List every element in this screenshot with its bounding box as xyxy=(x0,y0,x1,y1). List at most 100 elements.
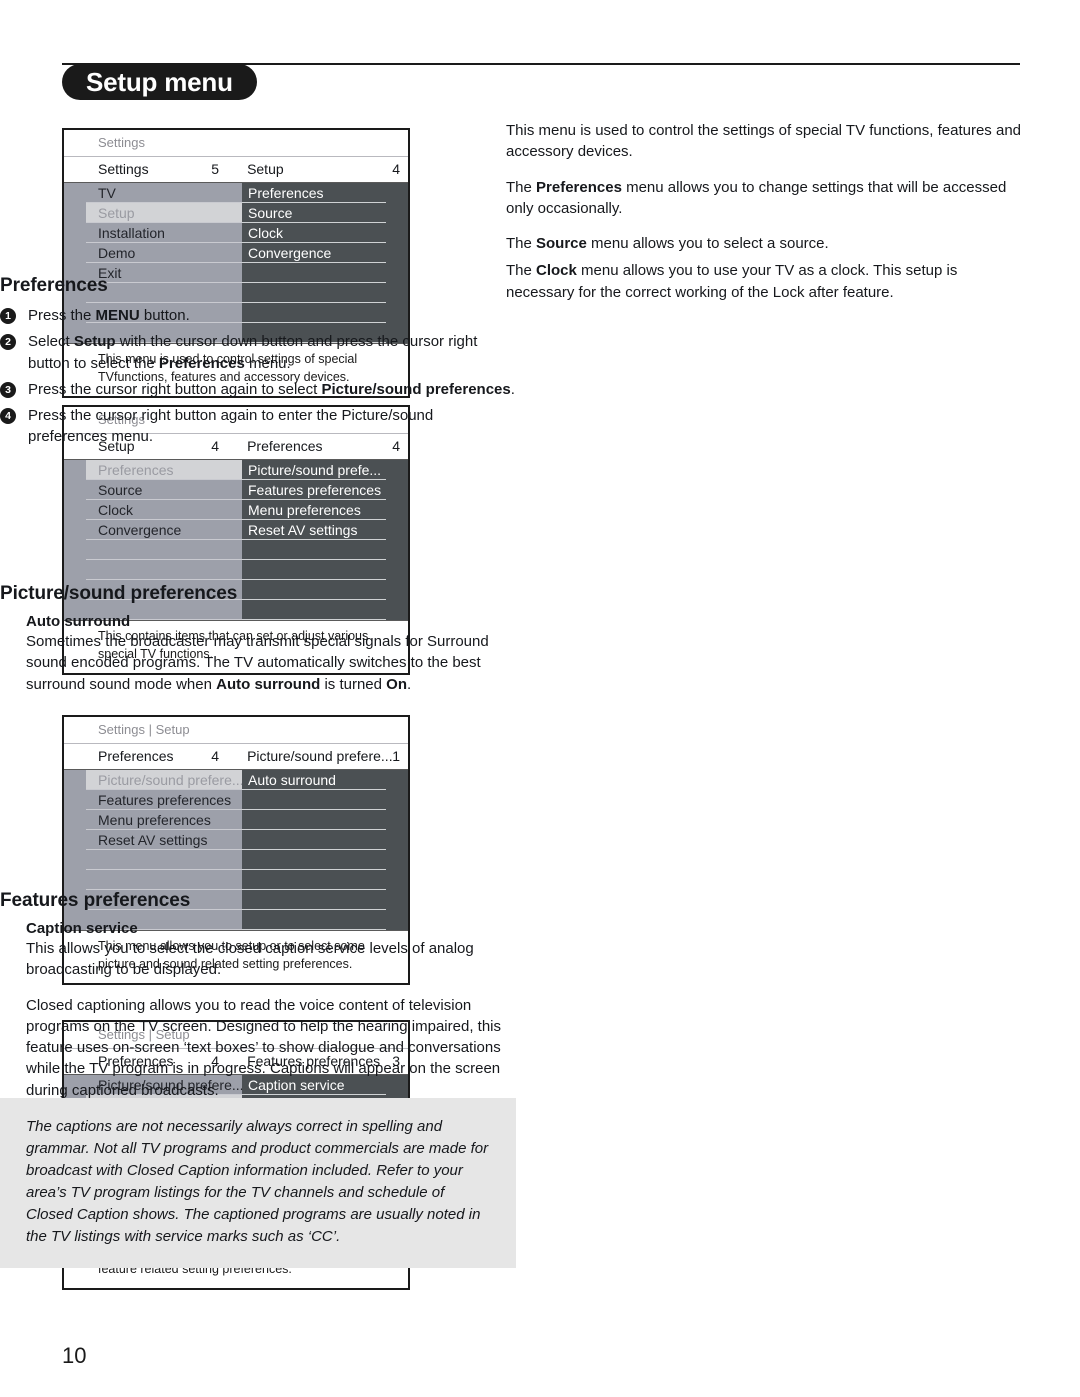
osd-header-right-count: 4 xyxy=(392,161,400,177)
osd-submenu-item[interactable]: Source xyxy=(242,203,386,223)
intro-p2-pre: The xyxy=(506,178,537,196)
step-number-badge: 2 xyxy=(0,334,16,351)
osd-header-left-count: 5 xyxy=(211,161,220,177)
intro-paragraph-4: The Clock menu allows you to use your TV… xyxy=(506,260,1022,303)
page-header: Setup menu xyxy=(0,0,1080,110)
step-text-bold: MENU xyxy=(95,307,140,324)
preferences-step: 4 Press the cursor right button again to … xyxy=(0,405,516,448)
osd-header-row: Preferences 4 Picture/sound prefere... 1 xyxy=(64,744,408,770)
osd-breadcrumb: Settings | Setup xyxy=(64,717,408,744)
osd-header-right: Setup 4 xyxy=(241,157,408,182)
osd-menu-item[interactable]: Clock xyxy=(86,500,242,520)
osd-header-row: Settings 5 Setup 4 xyxy=(64,157,408,183)
osd-menu-item-empty xyxy=(86,850,242,870)
osd-header-left-count: 4 xyxy=(211,748,220,764)
osd-submenu-item-empty xyxy=(242,850,386,870)
osd-header-left: Preferences 4 xyxy=(64,744,241,769)
step-text-post: menu. xyxy=(244,354,291,372)
osd-menu-item-empty xyxy=(86,560,242,580)
osd-submenu-item[interactable]: Clock xyxy=(242,223,386,243)
osd-menu-item[interactable]: Menu preferences xyxy=(86,810,242,830)
osd-menu-item[interactable]: Demo xyxy=(86,243,242,263)
osd-menu-item[interactable]: Installation xyxy=(86,223,242,243)
caption-note-text: The captions are not necessarily always … xyxy=(26,1118,489,1246)
osd-menu-item[interactable]: Setup xyxy=(86,203,242,223)
osd-submenu-item[interactable]: Convergence xyxy=(242,243,386,263)
step-text-pre: Press the xyxy=(28,307,96,324)
step-number-badge: 4 xyxy=(0,408,16,425)
intro-p3-bold: Source xyxy=(536,235,587,253)
features-body: Caption service This allows you to selec… xyxy=(0,920,516,1101)
caption-note-box: The captions are not necessarily always … xyxy=(0,1098,516,1269)
step-number-badge: 1 xyxy=(0,308,16,324)
features-heading: Features preferences xyxy=(0,890,191,911)
intro-paragraph-3: The Source menu allows you to select a s… xyxy=(506,233,1022,254)
osd-menu-item[interactable]: Source xyxy=(86,480,242,500)
section-picture-sound-preferences: Picture/sound preferences Auto surround … xyxy=(0,583,516,709)
osd-menu-item-empty xyxy=(86,540,242,560)
osd-submenu-item[interactable]: Reset AV settings xyxy=(242,520,386,540)
osd-submenu-item[interactable]: Features preferences xyxy=(242,480,386,500)
picsound-heading: Picture/sound preferences xyxy=(0,583,238,604)
osd-header-right-count: 1 xyxy=(392,748,400,764)
osd-submenu-item[interactable]: Preferences xyxy=(242,183,386,203)
osd-menu-item-empty xyxy=(86,870,242,890)
step-text-pre: Press the cursor right button again to s… xyxy=(28,380,322,398)
step-text-post: . xyxy=(510,380,515,398)
osd-header-left-label: Preferences xyxy=(98,748,174,764)
auto-surround-post: . xyxy=(407,675,412,693)
osd-submenu-item-empty xyxy=(242,810,386,830)
preferences-heading: Preferences xyxy=(0,275,108,296)
caption-note-block: The captions are not necessarily always … xyxy=(0,1098,516,1269)
auto-surround-subheading: Auto surround xyxy=(26,613,131,630)
intro-copy: This menu is used to control the setting… xyxy=(506,120,1022,317)
osd-menu-item[interactable]: Features preferences xyxy=(86,790,242,810)
auto-surround-bold-2: On xyxy=(386,675,407,693)
preferences-step-list: 1 Press the MENU button. 2 Select Setup wit… xyxy=(0,305,516,448)
intro-paragraph-2: The Preferences menu allows you to chang… xyxy=(506,177,1022,220)
osd-menu-item[interactable]: Reset AV settings xyxy=(86,830,242,850)
osd-submenu-item-empty xyxy=(242,540,386,560)
picsound-body: Auto surround Sometimes the broadcaster … xyxy=(0,613,516,695)
osd-menu-item[interactable]: TV xyxy=(86,183,242,203)
osd-header-left: Settings 5 xyxy=(64,157,241,182)
osd-menu-item[interactable]: Preferences xyxy=(86,460,242,480)
osd-header-right: Picture/sound prefere... 1 xyxy=(241,744,408,769)
step-text-pre: Press the cursor right button again to e… xyxy=(28,407,434,446)
auto-surround-bold-1: Auto surround xyxy=(216,675,321,693)
step-text-post: button. xyxy=(139,307,190,324)
step-text-bold: Picture/sound preferences xyxy=(321,380,511,398)
preferences-step: 1 Press the MENU button. xyxy=(0,305,516,326)
preferences-step: 3 Press the cursor right button again to … xyxy=(0,379,516,400)
osd-menu-item[interactable]: Picture/sound prefere... xyxy=(86,770,242,790)
preferences-step: 2 Select Setup with the cursor down butto… xyxy=(0,331,516,374)
page-title: Setup menu xyxy=(62,64,257,100)
step-number-badge: 3 xyxy=(0,381,16,398)
section-preferences: Preferences 1 Press the MENU button. 2 Sele… xyxy=(0,275,516,453)
osd-submenu-item-empty xyxy=(242,830,386,850)
caption-service-subheading: Caption service xyxy=(26,920,138,937)
page-number: 10 xyxy=(62,1343,87,1368)
step-text-bold-2: Preferences xyxy=(158,354,245,372)
osd-header-right-label: Setup xyxy=(247,161,284,177)
osd-submenu-item[interactable]: Picture/sound prefe... xyxy=(242,460,386,480)
osd-submenu-item[interactable]: Auto surround xyxy=(242,770,386,790)
osd-submenu-item[interactable]: Menu preferences xyxy=(242,500,386,520)
step-text-pre: Select xyxy=(28,333,74,351)
intro-p3-pre: The xyxy=(506,235,537,253)
intro-p2-bold: Preferences xyxy=(536,178,622,196)
caption-service-paragraph-1: This allows you to select the closed cap… xyxy=(26,940,474,979)
osd-breadcrumb: Settings xyxy=(64,130,408,157)
step-text-bold: Setup xyxy=(73,333,116,351)
osd-submenu-item-empty xyxy=(242,870,386,890)
auto-surround-paragraph: Sometimes the broadcaster may transmit s… xyxy=(26,631,516,695)
intro-p3-post: menu allows you to select a source. xyxy=(586,235,829,253)
caption-service-paragraph-2: Closed captioning allows you to read the… xyxy=(26,996,501,1099)
osd-menu-item[interactable]: Convergence xyxy=(86,520,242,540)
section-features-preferences: Features preferences Caption service Thi… xyxy=(0,890,516,1115)
osd-header-right-label: Picture/sound prefere... xyxy=(247,748,393,764)
intro-paragraph-1: This menu is used to control the setting… xyxy=(506,122,1022,161)
osd-header-left-label: Settings xyxy=(98,161,149,177)
intro-p4-bold: Clock xyxy=(536,262,577,280)
osd-submenu-item-empty xyxy=(242,790,386,810)
